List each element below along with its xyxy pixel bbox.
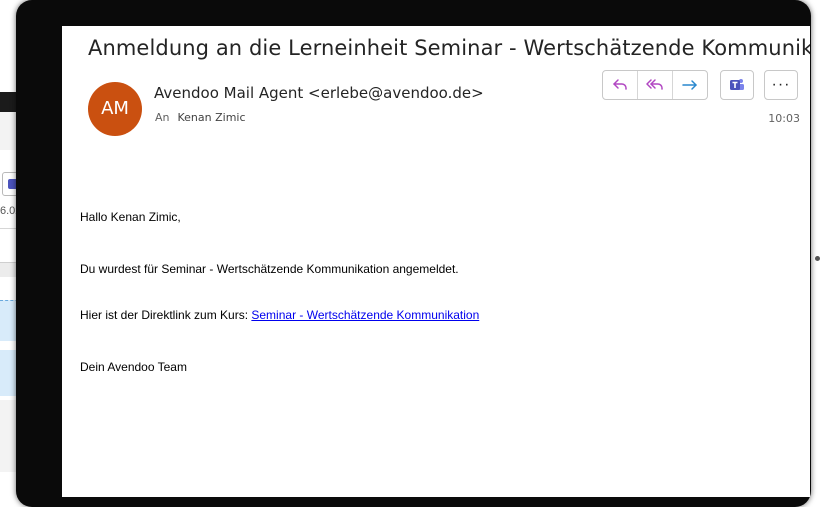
more-actions-button[interactable]: ··· (764, 70, 798, 100)
reply-all-button[interactable] (638, 71, 673, 99)
forward-icon (682, 80, 697, 90)
message-subject: Anmeldung an die Lerneinheit Seminar - W… (88, 36, 810, 60)
recipient-row: An Kenan Zimic (155, 111, 246, 124)
recipient-name[interactable]: Kenan Zimic (178, 111, 246, 124)
to-label: An (155, 111, 170, 124)
course-link[interactable]: Seminar - Wertschätzende Kommunikation (251, 308, 479, 322)
forward-button[interactable] (673, 71, 707, 99)
more-icon: ··· (771, 76, 791, 93)
reply-button[interactable] (603, 71, 638, 99)
signature-text: Dein Avendoo Team (80, 360, 187, 374)
message-window-frame: Anmeldung an die Lerneinheit Seminar - W… (16, 0, 811, 507)
reply-icon (613, 79, 627, 90)
sender-avatar[interactable]: AM (88, 82, 142, 136)
link-intro-text: Hier ist der Direktlink zum Kurs: (80, 308, 252, 322)
message-reading-pane: Anmeldung an die Lerneinheit Seminar - W… (62, 26, 810, 497)
background-dot (815, 256, 820, 261)
message-action-group (602, 70, 708, 100)
teams-button[interactable] (720, 70, 754, 100)
sender-name[interactable]: Avendoo Mail Agent <erlebe@avendoo.de> (154, 84, 484, 102)
body-link-paragraph: Hier ist der Direktlink zum Kurs: Semina… (80, 308, 479, 322)
greeting-text: Hallo Kenan Zimic, (80, 210, 181, 224)
message-time: 10:03 (768, 112, 800, 125)
body-text: Du wurdest für Seminar - Wertschätzende … (80, 262, 459, 276)
reply-all-icon (646, 79, 663, 90)
teams-icon (730, 79, 744, 90)
